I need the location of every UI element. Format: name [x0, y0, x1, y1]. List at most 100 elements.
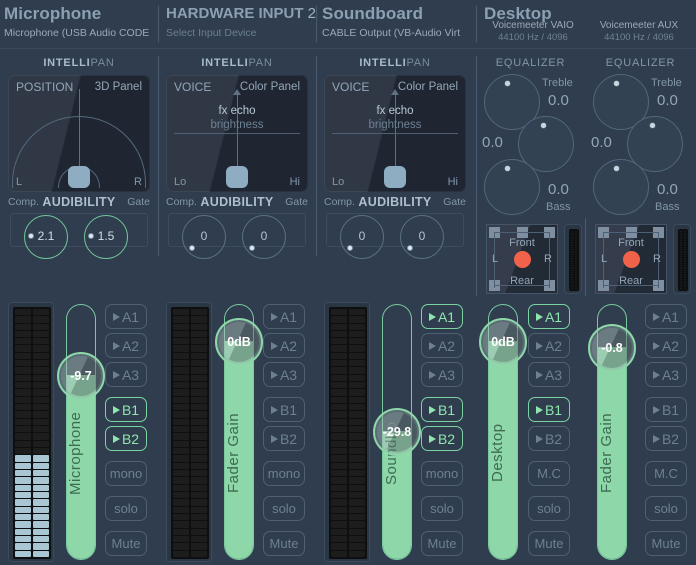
panel-type-label[interactable]: 3D Panel — [95, 81, 142, 93]
panel-type-label[interactable]: Color Panel — [398, 81, 458, 93]
button-b1[interactable]: B1 — [263, 397, 305, 422]
dial-value: 0 — [418, 229, 426, 243]
surround-panner[interactable]: Front Rear L R — [486, 224, 558, 294]
button-a1[interactable]: A1 — [528, 304, 570, 329]
button-b1[interactable]: B1 — [421, 397, 463, 422]
button-a2[interactable]: A2 — [421, 333, 463, 358]
button-a3[interactable]: A3 — [263, 362, 305, 387]
button-a2[interactable]: A2 — [263, 333, 305, 358]
fader-handle[interactable]: 0dB — [215, 318, 263, 367]
button-mute[interactable]: Mute — [528, 531, 570, 556]
comp-dial[interactable]: 0 — [340, 215, 384, 259]
intellipan-panel[interactable]: POSITION 3D Panel L R — [8, 75, 150, 192]
meter-segment — [571, 244, 573, 246]
gate-dial[interactable]: 0 — [242, 215, 286, 259]
panel-handle[interactable] — [384, 166, 406, 188]
button-mute[interactable]: Mute — [105, 531, 147, 556]
meter-segment — [15, 499, 31, 506]
meter-segment — [571, 240, 573, 242]
button-b2[interactable]: B2 — [105, 426, 147, 451]
strip-title[interactable]: HARDWARE INPUT 2 — [166, 0, 316, 23]
button-b2[interactable]: B2 — [645, 426, 687, 451]
button-a2[interactable]: A2 — [528, 333, 570, 358]
button-b2[interactable]: B2 — [528, 426, 570, 451]
button-a3[interactable]: A3 — [528, 362, 570, 387]
panner-position-dot[interactable] — [623, 251, 640, 268]
button-a3[interactable]: A3 — [645, 362, 687, 387]
button-b1[interactable]: B1 — [105, 397, 147, 422]
fader-handle[interactable]: 0dB — [479, 318, 527, 367]
panel-handle[interactable] — [226, 166, 248, 188]
strip-device-label[interactable]: CABLE Output (VB-Audio Virt — [322, 23, 472, 40]
surround-panner[interactable]: Front Rear L R — [595, 224, 667, 294]
bass-knob[interactable] — [484, 159, 540, 215]
button-a1[interactable]: A1 — [421, 304, 463, 329]
panel-mid-line — [332, 133, 458, 134]
meter-segment — [33, 418, 49, 426]
comp-dial[interactable]: 0 — [182, 215, 226, 259]
gate-dial[interactable]: 1.5 — [84, 215, 128, 259]
meter-segment — [173, 382, 189, 389]
meter-segment — [349, 374, 365, 382]
meter-segment — [191, 389, 207, 396]
button-b1[interactable]: B1 — [528, 397, 570, 422]
button-mono[interactable]: mono — [105, 461, 147, 486]
button-a3[interactable]: A3 — [105, 362, 147, 387]
strip-device-label[interactable]: Select Input Device — [166, 23, 316, 40]
strip-device-label[interactable]: Microphone (USB Audio CODE — [4, 23, 154, 40]
bus-device-label-2[interactable]: Voicemeeter AUX 44100 Hz / 4096 — [590, 20, 688, 43]
button-mc[interactable]: M.C — [528, 461, 570, 486]
meter-segment — [331, 411, 347, 418]
button-solo[interactable]: solo — [528, 496, 570, 521]
meter-segment — [191, 433, 207, 440]
button-mono[interactable]: mono — [421, 461, 463, 486]
button-label: A1 — [437, 308, 456, 325]
button-a1[interactable]: A1 — [105, 304, 147, 329]
button-mc[interactable]: M.C — [645, 461, 687, 486]
strip-title[interactable]: Microphone — [4, 0, 154, 23]
button-b2[interactable]: B2 — [421, 426, 463, 451]
button-a2[interactable]: A2 — [645, 333, 687, 358]
fader-1[interactable]: Microphone — [66, 304, 96, 560]
button-b1[interactable]: B1 — [645, 397, 687, 422]
button-a1[interactable]: A1 — [263, 304, 305, 329]
button-a1[interactable]: A1 — [645, 304, 687, 329]
meter-segment — [331, 492, 347, 499]
intellipan-panel[interactable]: VOICE Color Panel Lo Hi fx echo brightness — [324, 75, 466, 192]
meter-segment — [173, 477, 189, 484]
button-mute[interactable]: Mute — [263, 531, 305, 556]
meter-segment — [331, 323, 347, 330]
bus-device-label-1[interactable]: Voicemeeter VAIO 44100 Hz / 4096 — [484, 20, 582, 43]
panel-right-label: Hi — [289, 176, 300, 188]
strip-title[interactable]: Soundboard — [322, 0, 472, 23]
button-solo[interactable]: solo — [645, 496, 687, 521]
bass-knob[interactable] — [593, 159, 649, 215]
button-solo[interactable]: solo — [421, 496, 463, 521]
meter-segment — [15, 308, 31, 316]
gate-dial[interactable]: 0 — [400, 215, 444, 259]
button-mute[interactable]: Mute — [645, 531, 687, 556]
panel-type-label[interactable]: Color Panel — [240, 81, 300, 93]
bus-samplerate: 44100 Hz / 4096 — [498, 32, 568, 43]
play-triangle-icon — [112, 341, 120, 350]
comp-dial[interactable]: 2.1 — [24, 215, 68, 259]
button-b2[interactable]: B2 — [263, 426, 305, 451]
button-a2[interactable]: A2 — [105, 333, 147, 358]
fader-handle[interactable]: -0.8 — [588, 323, 636, 372]
intellipan-panel[interactable]: VOICE Color Panel Lo Hi fx echo brightness — [166, 75, 308, 192]
button-label: mono — [109, 466, 143, 481]
meter-segment — [33, 506, 49, 514]
button-mute[interactable]: Mute — [421, 531, 463, 556]
button-a3[interactable]: A3 — [421, 362, 463, 387]
fader-handle[interactable]: -9.7 — [57, 351, 105, 400]
button-mono[interactable]: mono — [263, 461, 305, 486]
panner-position-dot[interactable] — [514, 251, 531, 268]
button-solo[interactable]: solo — [263, 496, 305, 521]
fader-handle[interactable]: -29.8 — [373, 408, 421, 456]
meter-segment — [173, 470, 189, 477]
meter-segment — [191, 536, 207, 543]
button-solo[interactable]: solo — [105, 496, 147, 521]
play-triangle-icon — [535, 434, 543, 443]
panel-handle[interactable] — [68, 166, 90, 188]
meter-segment — [684, 267, 686, 269]
